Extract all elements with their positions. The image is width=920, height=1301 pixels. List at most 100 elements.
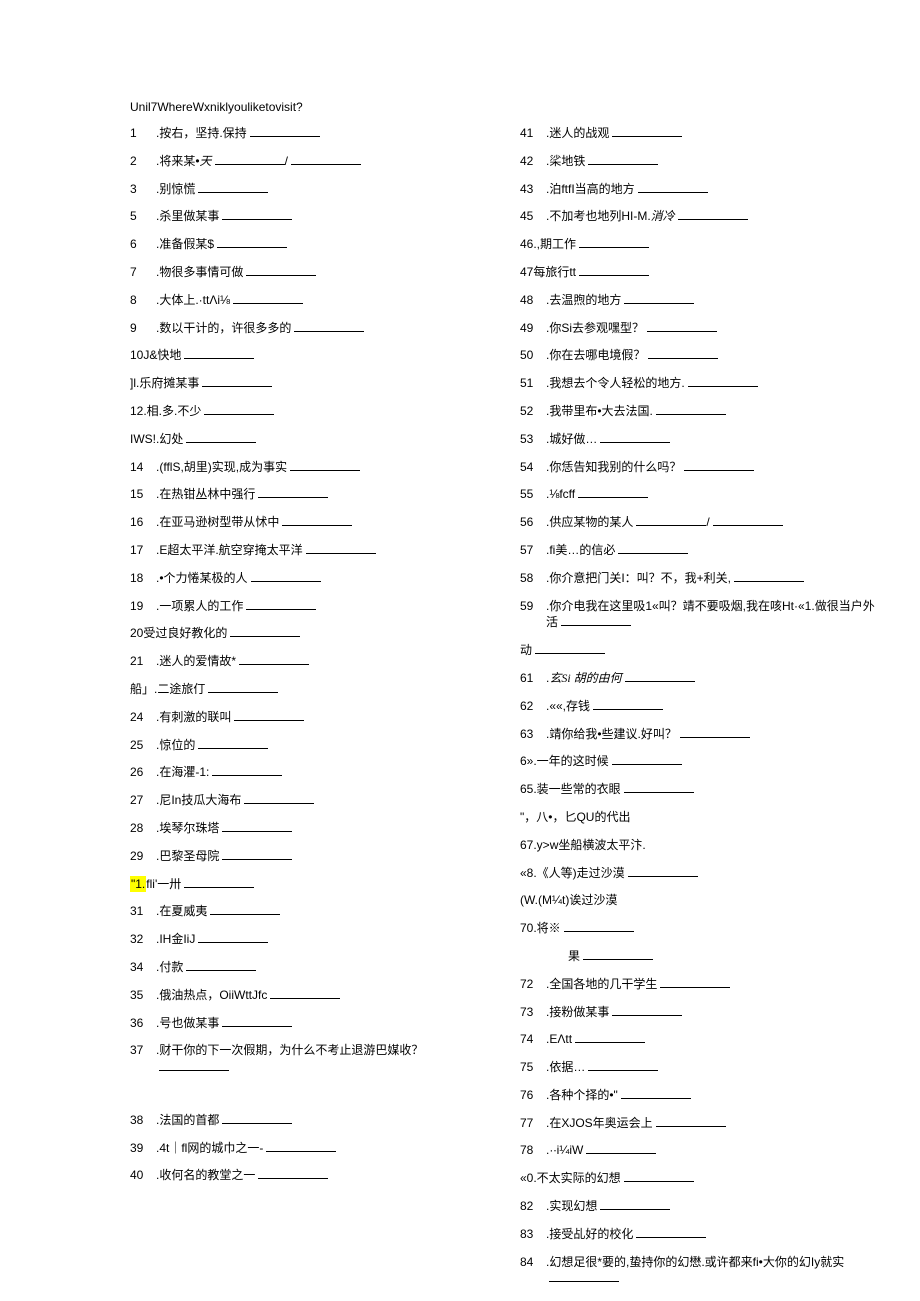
- fill-blank[interactable]: [222, 859, 292, 860]
- fill-blank[interactable]: [239, 664, 309, 665]
- item-text: .在热钳丛林中强行: [156, 486, 328, 503]
- fill-blank[interactable]: [564, 931, 634, 932]
- item-text: .惊位的: [156, 737, 268, 754]
- fill-blank[interactable]: [159, 1070, 229, 1071]
- fill-blank[interactable]: [217, 247, 287, 248]
- item-number: 54: [520, 459, 538, 476]
- fill-blank[interactable]: [612, 764, 682, 765]
- fill-blank[interactable]: [593, 709, 663, 710]
- item-text: .靖你给我•些建议.好叫？: [546, 726, 750, 743]
- fill-blank[interactable]: [625, 681, 695, 682]
- fill-blank[interactable]: [549, 1281, 619, 1282]
- fill-blank[interactable]: [212, 775, 282, 776]
- fill-blank[interactable]: [612, 136, 682, 137]
- list-item: 49.你Si去参观嘿型？: [520, 320, 880, 337]
- fill-blank[interactable]: [588, 164, 658, 165]
- fill-blank[interactable]: [266, 1151, 336, 1152]
- list-item: 75.依据…: [520, 1059, 880, 1076]
- fill-blank[interactable]: [198, 942, 268, 943]
- fill-blank[interactable]: [246, 275, 316, 276]
- item-text: .·∙i¼iW: [546, 1142, 656, 1159]
- fill-blank[interactable]: [684, 470, 754, 471]
- fill-blank[interactable]: [234, 720, 304, 721]
- fill-blank[interactable]: [222, 831, 292, 832]
- fill-blank[interactable]: [578, 497, 648, 498]
- fill-blank[interactable]: [561, 625, 631, 626]
- fill-blank[interactable]: [624, 1181, 694, 1182]
- fill-blank[interactable]: [600, 442, 670, 443]
- fill-blank[interactable]: [186, 442, 256, 443]
- list-item: 46.,期工作: [520, 236, 880, 253]
- fill-blank[interactable]: [210, 914, 280, 915]
- item-text: .接粉做某事: [546, 1004, 682, 1021]
- fill-blank[interactable]: [294, 331, 364, 332]
- fill-blank[interactable]: [198, 748, 268, 749]
- fill-blank[interactable]: [246, 609, 316, 610]
- fill-blank[interactable]: [588, 1070, 658, 1071]
- fill-blank[interactable]: [535, 653, 605, 654]
- fill-blank[interactable]: [270, 998, 340, 999]
- main-text: .•个力惓某极的人: [156, 571, 248, 585]
- list-item: 58.你介意把门关I：叫？不，我+利关,: [520, 570, 880, 587]
- fill-blank[interactable]: [678, 219, 748, 220]
- fill-blank[interactable]: [579, 275, 649, 276]
- fill-blank[interactable]: [202, 386, 272, 387]
- fill-blank[interactable]: [233, 303, 303, 304]
- fill-blank[interactable]: [636, 1237, 706, 1238]
- fill-blank[interactable]: [734, 581, 804, 582]
- fill-blank[interactable]: [624, 792, 694, 793]
- fill-blank[interactable]: [583, 959, 653, 960]
- list-item: 15.在热钳丛林中强行: [130, 486, 490, 503]
- fill-blank[interactable]: [636, 525, 706, 526]
- fill-blank[interactable]: [586, 1153, 656, 1154]
- fill-blank[interactable]: [647, 331, 717, 332]
- fill-blank[interactable]: [291, 164, 361, 165]
- item-number: 39: [130, 1140, 148, 1157]
- fill-blank[interactable]: [198, 192, 268, 193]
- fill-blank[interactable]: [222, 1026, 292, 1027]
- fill-blank[interactable]: [230, 636, 300, 637]
- item-text: 12.相.多.不少: [130, 403, 274, 420]
- fill-blank[interactable]: [251, 581, 321, 582]
- fill-blank[interactable]: [208, 692, 278, 693]
- fill-blank[interactable]: [660, 987, 730, 988]
- fill-blank[interactable]: [222, 1123, 292, 1124]
- fill-blank[interactable]: [621, 1098, 691, 1099]
- fill-blank[interactable]: [186, 970, 256, 971]
- main-text: IWS!.幻处: [130, 432, 183, 446]
- fill-blank[interactable]: [204, 414, 274, 415]
- fill-blank[interactable]: [648, 358, 718, 359]
- fill-blank[interactable]: [579, 247, 649, 248]
- fill-blank[interactable]: [215, 164, 285, 165]
- fill-blank[interactable]: [575, 1042, 645, 1043]
- item-text: .供应某物的某人/: [546, 514, 783, 531]
- fill-blank[interactable]: [282, 525, 352, 526]
- fill-blank[interactable]: [184, 887, 254, 888]
- main-text: 12.相.多.不少: [130, 404, 201, 418]
- fill-blank[interactable]: [306, 553, 376, 554]
- item-text: .尼In技瓜大海布: [156, 792, 314, 809]
- list-item: 29.巴黎圣母院: [130, 848, 490, 865]
- fill-blank[interactable]: [612, 1015, 682, 1016]
- fill-blank[interactable]: [628, 876, 698, 877]
- fill-blank[interactable]: [600, 1209, 670, 1210]
- fill-blank[interactable]: [638, 192, 708, 193]
- item-number: 41: [520, 125, 538, 142]
- fill-blank[interactable]: [656, 1126, 726, 1127]
- fill-blank[interactable]: [680, 737, 750, 738]
- fill-blank[interactable]: [250, 136, 320, 137]
- item-number: 73: [520, 1004, 538, 1021]
- fill-blank[interactable]: [656, 414, 726, 415]
- fill-blank[interactable]: [258, 497, 328, 498]
- fill-blank[interactable]: [713, 525, 783, 526]
- fill-blank[interactable]: [688, 386, 758, 387]
- fill-blank[interactable]: [222, 219, 292, 220]
- fill-blank[interactable]: [258, 1178, 328, 1179]
- fill-blank[interactable]: [624, 303, 694, 304]
- fill-blank[interactable]: [184, 358, 254, 359]
- fill-blank[interactable]: [244, 803, 314, 804]
- item-number: 24: [130, 709, 148, 726]
- fill-blank[interactable]: [290, 470, 360, 471]
- fill-blank[interactable]: [618, 553, 688, 554]
- list-item: 26.在海灈-1:: [130, 764, 490, 781]
